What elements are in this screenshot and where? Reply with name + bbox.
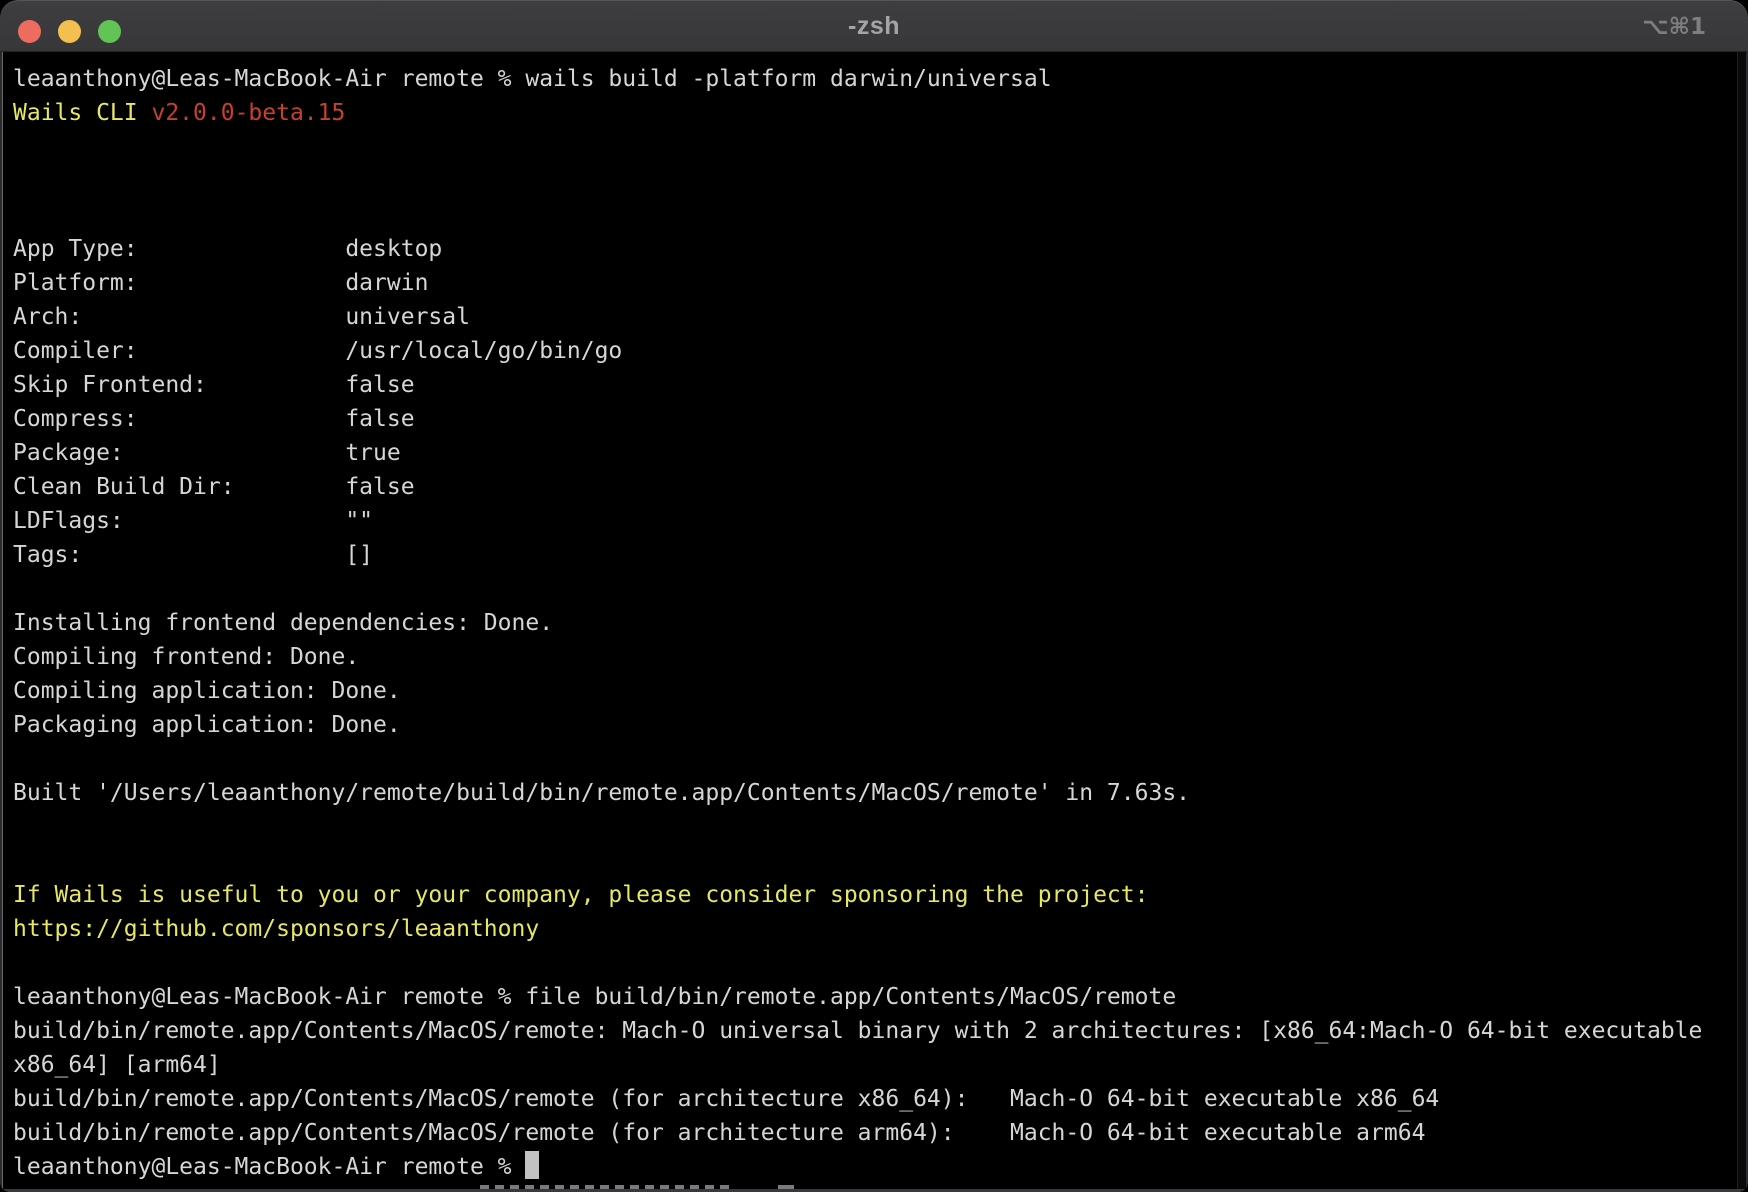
terminal-line: build/bin/remote.app/Contents/MacOS/remo… — [13, 1014, 1736, 1048]
terminal-text-segment: build/bin/remote.app/Contents/MacOS/remo… — [13, 1086, 1439, 1112]
terminal-line — [13, 810, 1736, 844]
terminal-text-segment: v2.0.0-beta.15 — [151, 100, 345, 126]
terminal-text-segment: Tags: [] — [13, 542, 373, 568]
titlebar[interactable]: -zsh ⌥⌘1 — [0, 0, 1748, 52]
terminal-line: build/bin/remote.app/Contents/MacOS/remo… — [13, 1082, 1736, 1116]
terminal-line: App Type: desktop — [13, 232, 1736, 266]
terminal-line — [13, 198, 1736, 232]
terminal-line — [13, 946, 1736, 980]
terminal-text-segment: If Wails is useful to you or your compan… — [13, 882, 1148, 908]
terminal-line: Compiler: /usr/local/go/bin/go — [13, 334, 1736, 368]
terminal-line: Arch: universal — [13, 300, 1736, 334]
tab-shortcut-badge: ⌥⌘1 — [1642, 0, 1706, 52]
terminal-line: Package: true — [13, 436, 1736, 470]
terminal-line: leaanthony@Leas-MacBook-Air remote % wai… — [13, 62, 1736, 96]
terminal-line: Compress: false — [13, 402, 1736, 436]
terminal-text-segment: build/bin/remote.app/Contents/MacOS/remo… — [13, 1120, 1425, 1146]
scrollbar-track[interactable] — [1737, 52, 1746, 1192]
terminal-line: build/bin/remote.app/Contents/MacOS/remo… — [13, 1116, 1736, 1150]
terminal-line: Skip Frontend: false — [13, 368, 1736, 402]
terminal-line: LDFlags: "" — [13, 504, 1736, 538]
window-title: -zsh — [0, 0, 1748, 52]
terminal-line: Wails CLI v2.0.0-beta.15 — [13, 96, 1736, 130]
terminal-line — [13, 844, 1736, 878]
terminal-text-segment: Wails CLI — [13, 100, 151, 126]
terminal-line: Compiling frontend: Done. — [13, 640, 1736, 674]
terminal-line: leaanthony@Leas-MacBook-Air remote % fil… — [13, 980, 1736, 1014]
terminal-text-segment: leaanthony@Leas-MacBook-Air remote % wai… — [13, 66, 1052, 92]
terminal-line: Tags: [] — [13, 538, 1736, 572]
terminal-cursor — [525, 1151, 539, 1179]
terminal-line — [13, 742, 1736, 776]
terminal-text-segment: Skip Frontend: false — [13, 372, 415, 398]
terminal-line: Platform: darwin — [13, 266, 1736, 300]
terminal-text-segment: leaanthony@Leas-MacBook-Air remote % — [13, 1154, 525, 1180]
terminal-line: Clean Build Dir: false — [13, 470, 1736, 504]
terminal-window: -zsh ⌥⌘1 leaanthony@Leas-MacBook-Air rem… — [0, 0, 1748, 1192]
terminal-line: x86_64] [arm64] — [13, 1048, 1736, 1082]
terminal-line: leaanthony@Leas-MacBook-Air remote % — [13, 1150, 1736, 1184]
terminal-line: If Wails is useful to you or your compan… — [13, 878, 1736, 912]
terminal-text-segment: LDFlags: "" — [13, 508, 373, 534]
terminal-text-segment: Compiling application: Done. — [13, 678, 401, 704]
terminal-text-segment: Package: true — [13, 440, 401, 466]
terminal-text-segment: Installing frontend dependencies: Done. — [13, 610, 553, 636]
terminal-text-segment: Packaging application: Done. — [13, 712, 401, 738]
terminal-line: Installing frontend dependencies: Done. — [13, 606, 1736, 640]
terminal-text-segment: Compress: false — [13, 406, 415, 432]
terminal-text-segment: build/bin/remote.app/Contents/MacOS/remo… — [13, 1018, 1702, 1044]
terminal-text-segment: Platform: darwin — [13, 270, 428, 296]
terminal-text-segment: Built '/Users/leaanthony/remote/build/bi… — [13, 780, 1190, 806]
terminal-line: Built '/Users/leaanthony/remote/build/bi… — [13, 776, 1736, 810]
terminal-text-segment: Compiling frontend: Done. — [13, 644, 359, 670]
terminal-line: https://github.com/sponsors/leaanthony — [13, 912, 1736, 946]
terminal-line — [13, 130, 1736, 164]
terminal-text-segment: Clean Build Dir: false — [13, 474, 415, 500]
terminal-text-segment: Compiler: /usr/local/go/bin/go — [13, 338, 622, 364]
terminal-line: Compiling application: Done. — [13, 674, 1736, 708]
terminal-output[interactable]: leaanthony@Leas-MacBook-Air remote % wai… — [0, 52, 1748, 1192]
terminal-text-segment: App Type: desktop — [13, 236, 442, 262]
terminal-text-segment: Arch: universal — [13, 304, 470, 330]
terminal-text-segment: leaanthony@Leas-MacBook-Air remote % fil… — [13, 984, 1176, 1010]
terminal-line — [13, 572, 1736, 606]
terminal-link[interactable]: https://github.com/sponsors/leaanthony — [13, 916, 539, 942]
terminal-line: Packaging application: Done. — [13, 708, 1736, 742]
terminal-line — [13, 164, 1736, 198]
terminal-text-segment: x86_64] [arm64] — [13, 1052, 221, 1078]
